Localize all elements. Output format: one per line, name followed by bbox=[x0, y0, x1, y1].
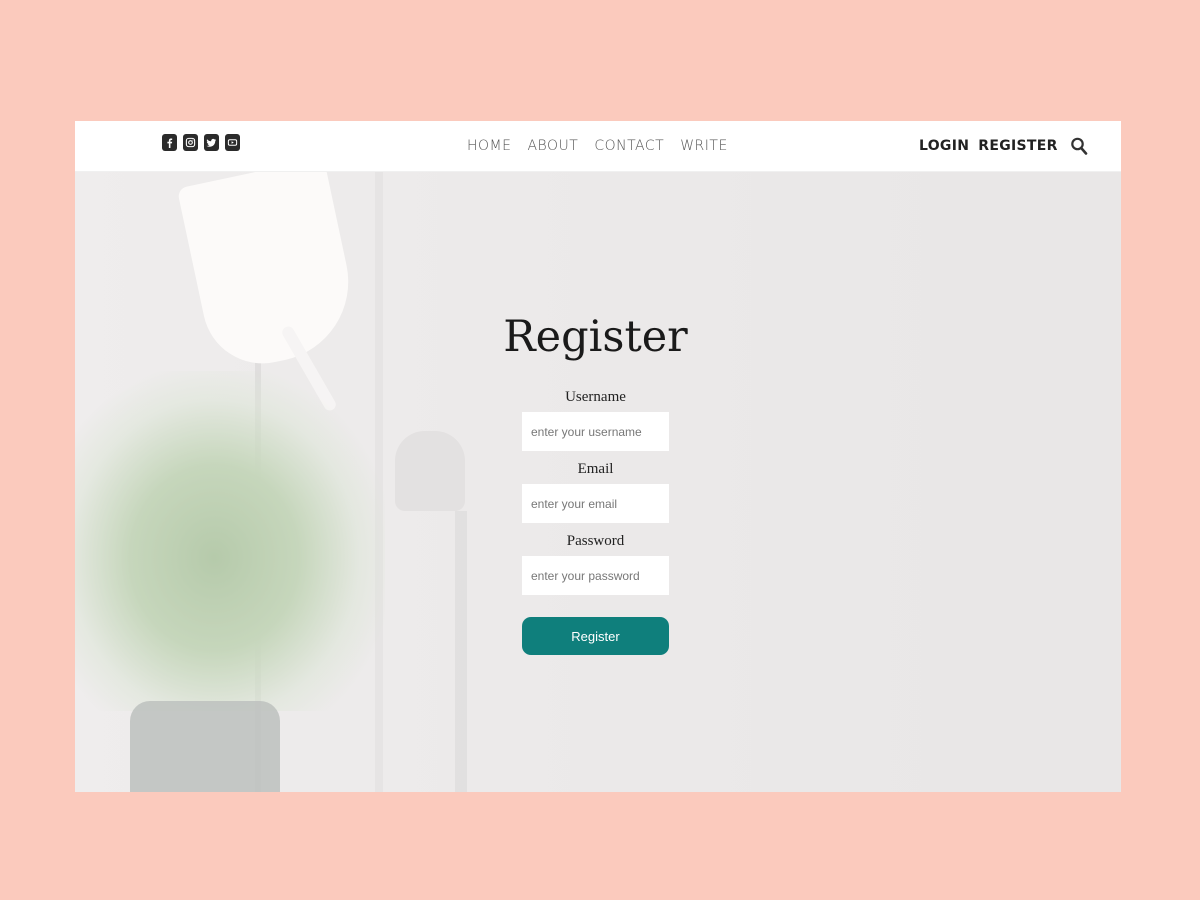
top-navigation-bar: HOME ABOUT CONTACT WRITE LOGIN REGISTER bbox=[75, 121, 1121, 172]
register-button[interactable]: Register bbox=[522, 617, 669, 655]
auth-links: LOGIN REGISTER bbox=[919, 121, 1088, 171]
page-title: Register bbox=[503, 312, 688, 362]
nav-contact[interactable]: CONTACT bbox=[594, 138, 664, 154]
login-link[interactable]: LOGIN bbox=[919, 138, 969, 154]
search-icon[interactable] bbox=[1070, 136, 1088, 156]
nav-about[interactable]: ABOUT bbox=[527, 138, 578, 154]
email-input[interactable] bbox=[522, 484, 669, 523]
twitter-icon[interactable] bbox=[204, 134, 219, 151]
facebook-icon[interactable] bbox=[162, 134, 177, 151]
main-nav: HOME ABOUT CONTACT WRITE bbox=[467, 121, 728, 171]
hero-background: Register Username Email Password Registe… bbox=[75, 171, 1121, 792]
email-label: Email bbox=[577, 461, 614, 477]
password-input[interactable] bbox=[522, 556, 669, 595]
nav-write[interactable]: WRITE bbox=[680, 138, 728, 154]
password-label: Password bbox=[566, 533, 625, 549]
social-icons bbox=[162, 134, 240, 151]
browser-viewport: HOME ABOUT CONTACT WRITE LOGIN REGISTER … bbox=[75, 121, 1121, 792]
instagram-icon[interactable] bbox=[183, 134, 198, 151]
register-link[interactable]: REGISTER bbox=[978, 138, 1057, 154]
username-label: Username bbox=[565, 389, 626, 405]
register-form: Register Username Email Password Registe… bbox=[503, 316, 688, 655]
nav-home[interactable]: HOME bbox=[467, 138, 511, 154]
youtube-icon[interactable] bbox=[225, 134, 240, 151]
username-input[interactable] bbox=[522, 412, 669, 451]
